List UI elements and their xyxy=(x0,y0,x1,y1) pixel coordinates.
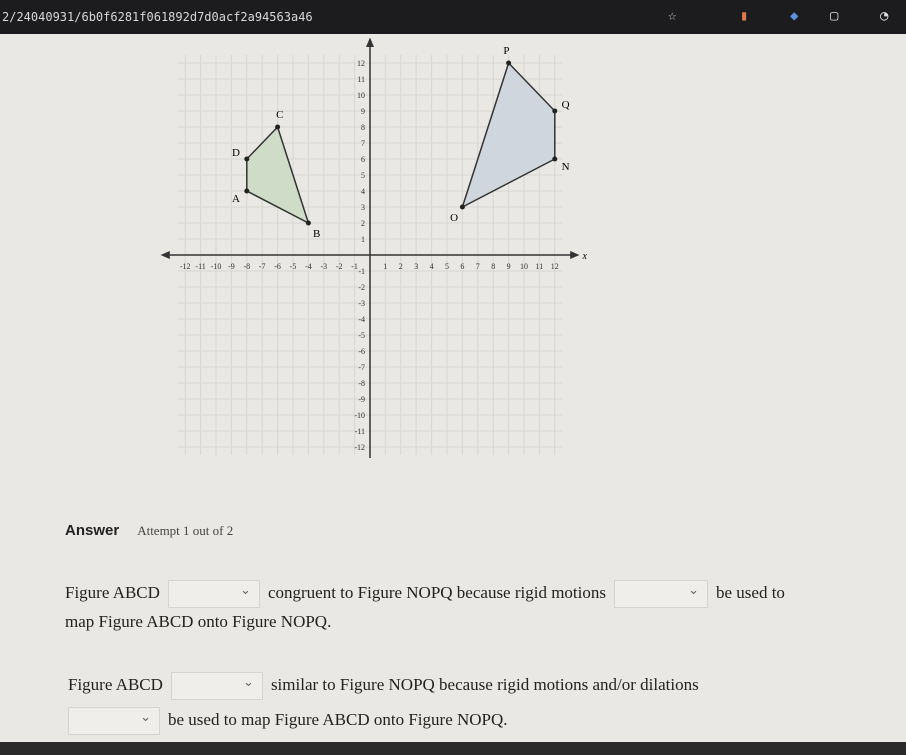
question-2-cont: be used to map Figure ABCD onto Figure N… xyxy=(68,707,508,735)
y-tick-label: 3 xyxy=(361,203,365,212)
x-tick-label: -7 xyxy=(259,262,266,271)
y-tick-label: -8 xyxy=(358,379,365,388)
vertex-label-Q: Q xyxy=(562,99,570,111)
vertex-O xyxy=(459,204,465,210)
y-tick-label: 10 xyxy=(357,91,365,100)
vertex-label-B: B xyxy=(313,228,320,240)
x-tick-label: 7 xyxy=(476,262,480,271)
x-tick-label: -3 xyxy=(320,262,327,271)
question-1: Figure ABCD congruent to Figure NOPQ beca… xyxy=(65,580,785,608)
vertex-C xyxy=(275,124,281,130)
y-tick-label: -9 xyxy=(358,395,365,404)
y-tick-label: 12 xyxy=(357,59,365,68)
profile-icon[interactable]: ◔ xyxy=(880,8,888,24)
x-tick-label: -6 xyxy=(274,262,281,271)
x-tick-label: 6 xyxy=(460,262,464,271)
q1-text-a: Figure ABCD xyxy=(65,582,160,602)
y-tick-label: 2 xyxy=(361,219,365,228)
vertex-label-N: N xyxy=(562,161,570,173)
q1-text-d: map Figure ABCD onto Figure NOPQ. xyxy=(65,612,332,631)
x-tick-label: 3 xyxy=(414,262,418,271)
x-tick-label: -1 xyxy=(351,262,358,271)
vertex-label-A: A xyxy=(232,193,240,205)
x-tick-label: 11 xyxy=(536,262,544,271)
answer-label: Answer xyxy=(65,522,120,539)
y-tick-label: -4 xyxy=(358,315,365,324)
y-tick-label: -1 xyxy=(358,267,365,276)
q1-dropdown-2[interactable] xyxy=(614,580,708,608)
attempt-count: Attempt 1 out of 2 xyxy=(137,523,234,538)
vertex-B xyxy=(305,220,311,226)
x-tick-label: -8 xyxy=(243,262,250,271)
browser-bar: 2/24040931/6b0f6281f061892d7d0acf2a94563… xyxy=(0,0,906,34)
y-tick-label: 8 xyxy=(361,123,365,132)
x-tick-label: 1 xyxy=(383,262,387,271)
vertex-N xyxy=(552,156,558,162)
x-tick-label: 4 xyxy=(430,262,434,271)
x-tick-label: -9 xyxy=(228,262,235,271)
vertex-D xyxy=(244,156,250,162)
x-tick-label: -12 xyxy=(180,262,191,271)
x-tick-label: 9 xyxy=(507,262,511,271)
y-tick-label: -3 xyxy=(358,299,365,308)
y-tick-label: 11 xyxy=(357,75,365,84)
q2-dropdown-2[interactable] xyxy=(68,707,160,735)
star-icon[interactable]: ☆ xyxy=(668,8,676,24)
y-tick-label: 5 xyxy=(361,171,365,180)
q2-text-a: Figure ABCD xyxy=(68,674,163,694)
q1-text-b: congruent to Figure NOPQ because rigid m… xyxy=(267,582,606,602)
q1-text-c: be used to xyxy=(716,582,785,602)
vertex-P xyxy=(506,60,512,66)
x-tick-label: -2 xyxy=(336,262,343,271)
y-tick-label: 7 xyxy=(361,139,365,148)
coordinate-graph: x-12 -11 -10 -9 -8 -7 -6 -5 -4 -3 -2 -1 1 2 3 4 5 6 7 8 9 10 1… xyxy=(160,38,588,458)
x-tick-label: -10 xyxy=(211,262,222,271)
y-tick-label: 4 xyxy=(361,187,365,196)
x-tick-label: 5 xyxy=(445,262,449,271)
x-tick-label: -5 xyxy=(290,262,297,271)
x-tick-label: 8 xyxy=(491,262,495,271)
y-tick-label: -2 xyxy=(358,283,365,292)
vertex-label-O: O xyxy=(450,212,458,224)
question-2: Figure ABCD similar to Figure NOPQ becaus… xyxy=(68,672,699,700)
vertex-A xyxy=(244,188,250,194)
answer-header: Answer Attempt 1 out of 2 xyxy=(65,522,233,540)
extension-icon[interactable]: ▮ xyxy=(740,8,748,24)
x-tick-label: -4 xyxy=(305,262,312,271)
taskbar xyxy=(0,742,906,755)
y-tick-label: -12 xyxy=(354,443,365,452)
y-tick-label: -11 xyxy=(355,427,365,436)
y-tick-label: 1 xyxy=(361,235,365,244)
q1-dropdown-1[interactable] xyxy=(167,580,260,608)
vertex-label-D: D xyxy=(232,147,240,159)
y-tick-label: -6 xyxy=(358,347,365,356)
vertex-label-P: P xyxy=(503,45,509,57)
x-tick-label: -11 xyxy=(195,262,205,271)
y-tick-label: -5 xyxy=(358,331,365,340)
q2-dropdown-1[interactable] xyxy=(170,672,263,700)
x-tick-label: 2 xyxy=(399,262,403,271)
x-axis-arrow-left xyxy=(160,251,170,259)
x-tick-label: 10 xyxy=(520,262,528,271)
y-tick-label: 9 xyxy=(361,107,365,116)
extension-icon-2[interactable]: ◆ xyxy=(790,8,798,24)
q2-text-c: be used to map Figure ABCD onto Figure N… xyxy=(168,709,508,729)
vertex-label-C: C xyxy=(276,109,283,121)
vertex-Q xyxy=(552,108,558,114)
x-tick-label: 12 xyxy=(551,262,559,271)
x-axis-label: x xyxy=(582,251,588,262)
y-tick-label: 6 xyxy=(361,155,365,164)
y-axis-arrow xyxy=(366,38,374,47)
x-axis-arrow xyxy=(570,251,580,259)
url-bar[interactable]: 2/24040931/6b0f6281f061892d7d0acf2a94563… xyxy=(2,10,313,24)
y-tick-label: -10 xyxy=(354,411,365,420)
square-icon[interactable]: ▢ xyxy=(830,8,838,24)
y-tick-label: -7 xyxy=(358,363,365,372)
q2-text-b: similar to Figure NOPQ because rigid mot… xyxy=(270,674,699,694)
